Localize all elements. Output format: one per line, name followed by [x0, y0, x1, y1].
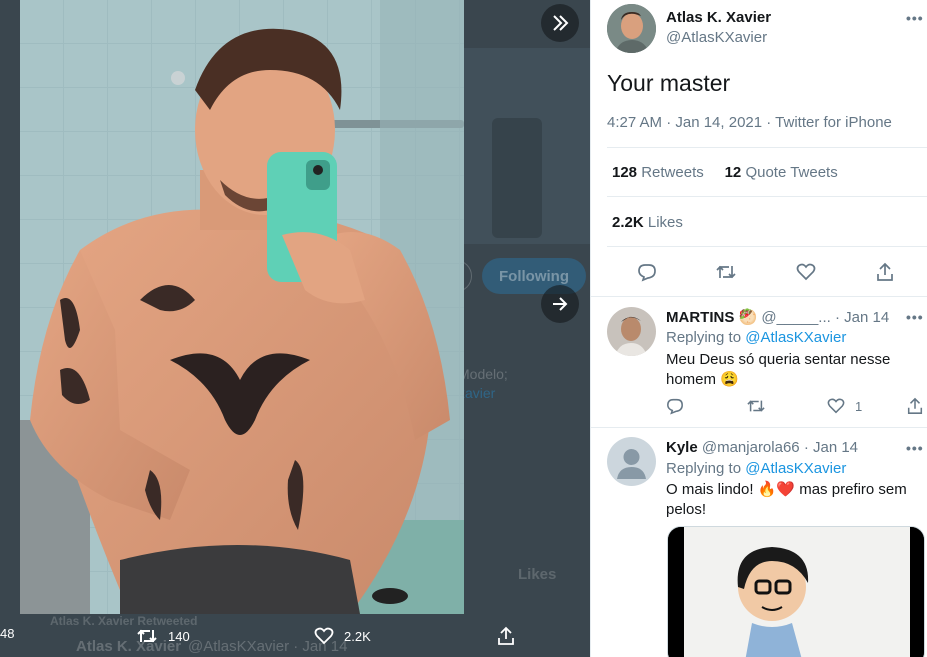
retweets-stat[interactable]: 128 Retweets — [612, 164, 704, 181]
heart-icon — [796, 263, 816, 281]
author-handle[interactable]: @AtlasKXavier — [666, 29, 767, 46]
reply-text: O mais lindo! 🔥❤️ mas prefiro sem pelos! — [666, 481, 907, 518]
replying-to-link[interactable]: @AtlasKXavier — [745, 329, 846, 346]
replying-to-link[interactable]: @AtlasKXavier — [745, 460, 846, 477]
next-arrow-icon — [553, 297, 568, 311]
viewer-action-bar: 48 140 2.2K — [0, 616, 590, 657]
reply-icon — [667, 398, 683, 415]
reply-author-handle[interactable]: @manjarola66 — [702, 439, 800, 456]
reply-author-handle[interactable]: @_____... — [761, 309, 830, 326]
like-button[interactable] — [793, 259, 819, 285]
author-name[interactable]: Atlas K. Xavier — [666, 9, 771, 26]
reply-avatar[interactable] — [607, 307, 656, 356]
retweet-icon — [716, 265, 736, 279]
tweet-more-button[interactable]: ••• — [906, 10, 924, 26]
photo-illustration — [20, 0, 464, 614]
reply-tweet[interactable]: MARTINS 🥙 @_____... · Jan 14 ••• Replyin… — [591, 297, 927, 427]
reply-reply-button[interactable] — [666, 397, 684, 415]
tweet-timestamp[interactable]: 4:27 AM · Jan 14, 2021 · Twitter for iPh… — [607, 114, 892, 131]
reply-header: Kyle @manjarola66 · Jan 14 — [666, 439, 858, 456]
reply-media-gif[interactable] — [667, 526, 925, 657]
reply-like-button[interactable]: 1 — [827, 397, 862, 415]
viewer-share-button[interactable] — [496, 626, 516, 646]
reply-avatar[interactable] — [607, 437, 656, 486]
viewer-retweet-button[interactable]: 140 — [136, 626, 190, 646]
background-bio-text: Modelo; — [458, 366, 508, 382]
divider — [607, 246, 927, 247]
viewer-like-count: 2.2K — [344, 628, 371, 644]
viewer-reply-button[interactable]: 48 — [0, 626, 14, 641]
screen: Following Modelo; xavier Likes Atlas K. … — [0, 0, 927, 657]
reply-author-name[interactable]: Kyle — [666, 439, 698, 456]
reply-header: MARTINS 🥙 @_____... · Jan 14 — [666, 308, 889, 326]
expand-icon — [553, 15, 569, 31]
reply-retweet-button[interactable] — [746, 397, 766, 415]
reply-share-button[interactable] — [906, 397, 924, 415]
replying-to: Replying to @AtlasKXavier — [666, 460, 847, 477]
reply-text: Meu Deus só queria sentar nesse homem 😩 — [666, 351, 891, 388]
share-icon — [877, 262, 893, 281]
reply-more-button[interactable]: ••• — [906, 440, 924, 456]
tweet-stats-row: 128 Retweets 12 Quote Tweets — [612, 164, 838, 181]
tweet-detail-pane: Atlas K. Xavier @AtlasKXavier ••• Your m… — [590, 0, 927, 657]
author-avatar-image — [607, 4, 656, 53]
reply-more-button[interactable]: ••• — [906, 309, 924, 325]
heart-icon — [827, 398, 845, 414]
divider — [607, 196, 927, 197]
share-icon — [907, 397, 923, 414]
cartoon-image — [668, 527, 924, 657]
default-avatar-icon — [607, 437, 656, 486]
next-image-button[interactable] — [541, 285, 579, 323]
viewer-reply-count: 48 — [0, 626, 15, 641]
author-avatar[interactable] — [607, 4, 656, 53]
retweet-icon — [747, 400, 765, 412]
reply-date[interactable]: · Jan 14 — [804, 439, 858, 456]
share-icon — [498, 626, 514, 645]
background-likes-tab: Likes — [518, 566, 557, 583]
retweet-icon — [137, 629, 157, 643]
reply-avatar-image — [607, 307, 656, 356]
likes-stat[interactable]: 2.2K Likes — [612, 214, 683, 231]
viewer-retweet-count: 140 — [168, 628, 190, 644]
reply-author-name[interactable]: MARTINS 🥙 — [666, 309, 757, 326]
divider — [607, 147, 927, 148]
share-button[interactable] — [872, 259, 898, 285]
replying-to: Replying to @AtlasKXavier — [666, 329, 847, 346]
media-photo — [20, 0, 464, 614]
reply-date[interactable]: · Jan 14 — [835, 309, 889, 326]
expand-panel-button[interactable] — [541, 4, 579, 42]
quote-tweets-stat[interactable]: 12 Quote Tweets — [725, 164, 838, 181]
background-profile-banner — [464, 48, 590, 244]
reply-icon — [638, 264, 656, 282]
reply-button[interactable] — [634, 259, 660, 285]
media-viewer: Following Modelo; xavier Likes Atlas K. … — [0, 0, 590, 657]
reply-like-count: 1 — [855, 398, 863, 414]
viewer-like-button[interactable]: 2.2K — [314, 626, 371, 646]
heart-icon — [314, 627, 334, 645]
tweet-text: Your master — [607, 70, 731, 96]
retweet-button[interactable] — [713, 259, 739, 285]
